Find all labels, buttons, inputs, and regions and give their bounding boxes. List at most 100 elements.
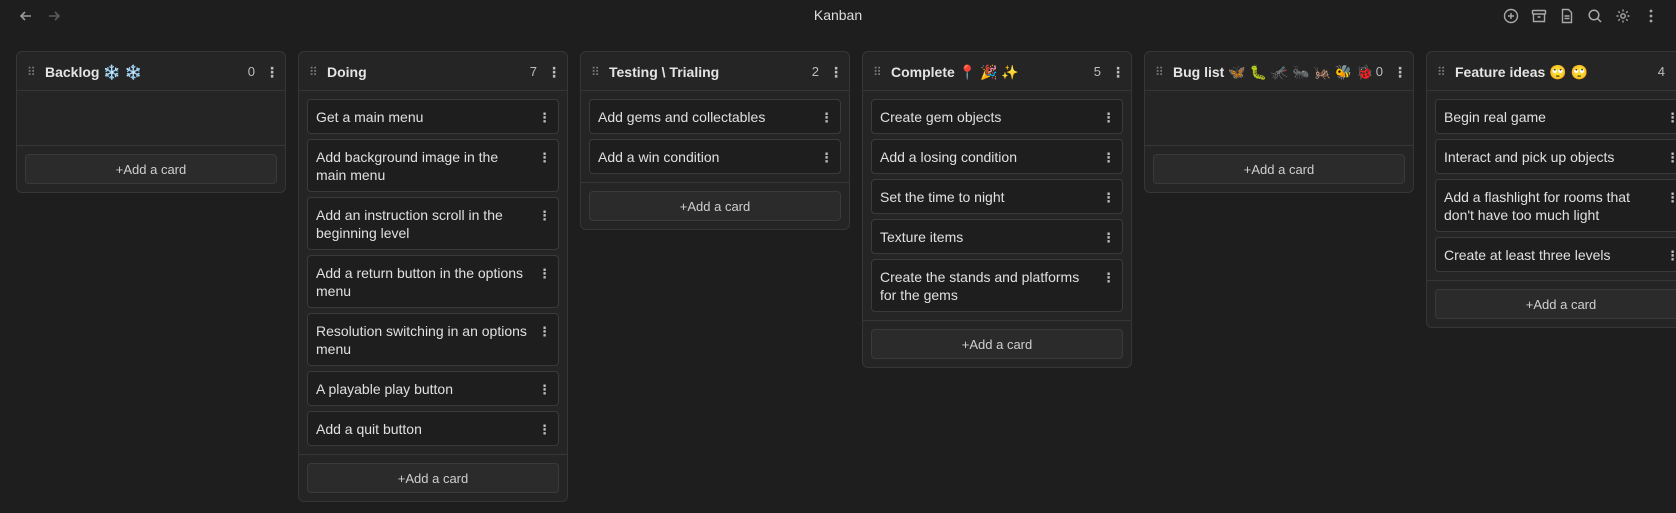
lane-cards: Begin real game ⋮ Interact and pick up obj…	[1427, 91, 1676, 280]
drag-handle-icon[interactable]: ⠿	[1155, 62, 1165, 82]
lane: ⠿Feature ideas 🙄 🙄4⋮Begin real game⋮Inte…	[1426, 51, 1676, 328]
kanban-card[interactable]: Add background image in the main menu ⋮	[307, 139, 559, 192]
kanban-card[interactable]: A playable play button ⋮	[307, 371, 559, 406]
lane-menu-icon[interactable]: ⋮	[1111, 62, 1125, 82]
card-text: Get a main menu	[316, 109, 424, 125]
lane-menu-icon[interactable]: ⋮	[265, 62, 279, 82]
lane-header: ⠿Feature ideas 🙄 🙄4⋮	[1427, 52, 1676, 91]
add-card-button[interactable]: +Add a card	[1153, 154, 1405, 184]
lane-title[interactable]: Feature ideas 🙄 🙄	[1455, 62, 1658, 82]
lane: ⠿ Doing 7 ⋮ Get a main menu ⋮ Add background i…	[298, 51, 568, 502]
lane-header: ⠿ Complete 📍 🎉 ✨ 5 ⋮	[863, 52, 1131, 91]
drag-handle-icon[interactable]: ⠿	[1437, 62, 1447, 82]
add-card-button[interactable]: +Add a card	[307, 463, 559, 493]
lane-footer: +Add a card	[1145, 145, 1413, 192]
drag-handle-icon[interactable]: ⠿	[873, 62, 883, 82]
card-text: A playable play button	[316, 381, 453, 397]
kanban-card[interactable]: Create gem objects ⋮	[871, 99, 1123, 134]
kanban-card[interactable]: Resolution switching in an options menu ⋮	[307, 313, 559, 366]
drag-handle-icon[interactable]: ⠿	[309, 62, 319, 82]
add-card-button[interactable]: +Add a card	[25, 154, 277, 184]
lane-title[interactable]: Bug list 🦋 🐛 🦟 🐜 🦗 🐝 🐞	[1173, 62, 1376, 82]
kanban-card[interactable]: Set the time to night ⋮	[871, 179, 1123, 214]
lane-cards: Get a main menu ⋮ Add background image in …	[299, 91, 567, 454]
lane: ⠿ Testing \ Trialing 2 ⋮ Add gems and collec…	[580, 51, 850, 230]
lane-footer: +Add a card	[863, 320, 1131, 367]
card-menu-icon[interactable]: ⋮	[1666, 188, 1676, 208]
kanban-card[interactable]: Create the stands and platforms for the …	[871, 259, 1123, 312]
card-menu-icon[interactable]: ⋮	[1666, 246, 1676, 266]
card-menu-icon[interactable]: ⋮	[538, 380, 551, 400]
card-menu-icon[interactable]: ⋮	[820, 108, 833, 128]
card-text: Add a quit button	[316, 421, 422, 437]
kanban-card[interactable]: Interact and pick up objects ⋮	[1435, 139, 1676, 174]
lane-header: ⠿ Doing 7 ⋮	[299, 52, 567, 91]
card-text: Begin real game	[1444, 109, 1546, 125]
kanban-card[interactable]: Add a losing condition ⋮	[871, 139, 1123, 174]
lane-title[interactable]: Doing	[327, 62, 530, 82]
add-card-button[interactable]: +Add a card	[589, 191, 841, 221]
card-text: Create the stands and platforms for the …	[880, 269, 1080, 303]
lane-header: ⠿ Backlog ❄️ ❄️ 0 ⋮	[17, 52, 285, 91]
card-menu-icon[interactable]: ⋮	[538, 264, 551, 284]
card-menu-icon[interactable]: ⋮	[1666, 148, 1676, 168]
drag-handle-icon[interactable]: ⠿	[591, 62, 601, 82]
card-menu-icon[interactable]: ⋮	[1102, 268, 1115, 288]
lane-title[interactable]: Backlog ❄️ ❄️	[45, 62, 248, 82]
card-text: Add background image in the main menu	[316, 149, 499, 183]
card-text: Interact and pick up objects	[1444, 149, 1615, 165]
kanban-card[interactable]: Add gems and collectables ⋮	[589, 99, 841, 134]
card-menu-icon[interactable]: ⋮	[1102, 228, 1115, 248]
kanban-card[interactable]: Get a main menu ⋮	[307, 99, 559, 134]
card-text: Add gems and collectables	[598, 109, 766, 125]
add-card-button[interactable]: +Add a card	[1435, 289, 1676, 319]
lane-card-count: 0	[247, 64, 255, 79]
lane-menu-icon[interactable]: ⋮	[829, 62, 843, 82]
kanban-board: ⠿ Backlog ❄️ ❄️ 0 ⋮ +Add a card ⠿ Doing 7 ⋮ Get a…	[0, 0, 1676, 513]
lane: ⠿ Bug list 🦋 🐛 🦟 🐜 🦗 🐝 🐞 0 ⋮ +Add a card	[1144, 51, 1414, 193]
card-menu-icon[interactable]: ⋮	[1102, 188, 1115, 208]
lane-card-count: 4	[1657, 64, 1665, 79]
card-text: Texture items	[880, 229, 964, 245]
lane-card-count: 5	[1093, 64, 1101, 79]
card-text: Add an instruction scroll in the beginni…	[316, 207, 503, 241]
lane-title[interactable]: Testing \ Trialing	[609, 62, 812, 82]
card-menu-icon[interactable]: ⋮	[1102, 148, 1115, 168]
lane-cards: Add gems and collectables ⋮ Add a win cond…	[581, 91, 849, 182]
lane-cards	[1145, 91, 1413, 145]
lane-footer: +Add a card	[581, 182, 849, 229]
kanban-card[interactable]: Begin real game ⋮	[1435, 99, 1676, 134]
card-menu-icon[interactable]: ⋮	[1666, 108, 1676, 128]
card-menu-icon[interactable]: ⋮	[538, 420, 551, 440]
card-menu-icon[interactable]: ⋮	[538, 206, 551, 226]
lane-menu-icon[interactable]: ⋮	[1393, 62, 1407, 82]
lane-footer: +Add a card	[299, 454, 567, 501]
kanban-card[interactable]: Create at least three levels ⋮	[1435, 237, 1676, 272]
kanban-card[interactable]: Add an instruction scroll in the beginni…	[307, 197, 559, 250]
lane-header: ⠿ Bug list 🦋 🐛 🦟 🐜 🦗 🐝 🐞 0 ⋮	[1145, 52, 1413, 91]
card-menu-icon[interactable]: ⋮	[1102, 108, 1115, 128]
kanban-card[interactable]: Add a win condition ⋮	[589, 139, 841, 174]
lane-title[interactable]: Complete 📍 🎉 ✨	[891, 62, 1094, 82]
kanban-card[interactable]: Add a quit button ⋮	[307, 411, 559, 446]
lane-cards	[17, 91, 285, 145]
kanban-card[interactable]: Add a return button in the options menu ⋮	[307, 255, 559, 308]
card-text: Set the time to night	[880, 189, 1005, 205]
lane-cards: Create gem objects ⋮ Add a losing conditio…	[863, 91, 1131, 320]
card-menu-icon[interactable]: ⋮	[538, 108, 551, 128]
card-text: Add a return button in the options menu	[316, 265, 524, 299]
lane-menu-icon[interactable]: ⋮	[547, 62, 561, 82]
card-text: Create at least three levels	[1444, 247, 1611, 263]
card-menu-icon[interactable]: ⋮	[820, 148, 833, 168]
card-menu-icon[interactable]: ⋮	[538, 148, 551, 168]
kanban-card[interactable]: Texture items ⋮	[871, 219, 1123, 254]
card-menu-icon[interactable]: ⋮	[538, 322, 551, 342]
add-card-button[interactable]: +Add a card	[871, 329, 1123, 359]
lane-footer: +Add a card	[1427, 280, 1676, 327]
lane: ⠿ Backlog ❄️ ❄️ 0 ⋮ +Add a card	[16, 51, 286, 193]
card-text: Create gem objects	[880, 109, 1002, 125]
drag-handle-icon[interactable]: ⠿	[27, 62, 37, 82]
kanban-card[interactable]: Add a flashlight for rooms that don't ha…	[1435, 179, 1676, 232]
lane-card-count: 7	[529, 64, 537, 79]
card-text: Add a losing condition	[880, 149, 1017, 165]
